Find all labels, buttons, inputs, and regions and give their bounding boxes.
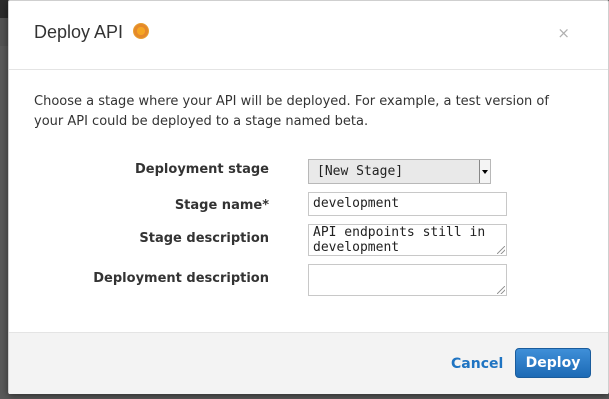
dialog-footer: Cancel Deploy (9, 332, 608, 394)
stage-name-label: Stage name* (174, 198, 269, 213)
chevron-down-icon (479, 160, 490, 183)
stage-description-text: API endpoints still in development (313, 225, 486, 255)
stage-description-label: Stage description (139, 231, 269, 246)
deploy-api-dialog: Deploy API × Choose a stage where your A… (8, 0, 609, 394)
cancel-button[interactable]: Cancel (451, 356, 503, 372)
stage-name-input[interactable]: development (308, 192, 507, 216)
deployment-stage-label: Deployment stage (135, 162, 269, 177)
stage-description-textarea[interactable]: API endpoints still in development (308, 224, 507, 256)
resize-grip-icon[interactable] (497, 286, 505, 294)
deployment-description-label: Deployment description (93, 271, 269, 286)
dialog-title-text: Deploy API (34, 22, 124, 42)
close-icon[interactable]: × (557, 24, 570, 42)
deployment-stage-selected-value: [New Stage] (317, 164, 404, 179)
deploy-button[interactable]: Deploy (515, 348, 591, 378)
status-circle-icon (133, 23, 150, 40)
deployment-description-textarea[interactable] (308, 264, 507, 296)
deployment-stage-select[interactable]: [New Stage] (308, 159, 491, 184)
dialog-description: Choose a stage where your API will be de… (34, 94, 549, 129)
dialog-title: Deploy API (34, 22, 150, 43)
resize-grip-icon[interactable] (497, 246, 505, 254)
dialog-header: Deploy API × (9, 1, 608, 70)
